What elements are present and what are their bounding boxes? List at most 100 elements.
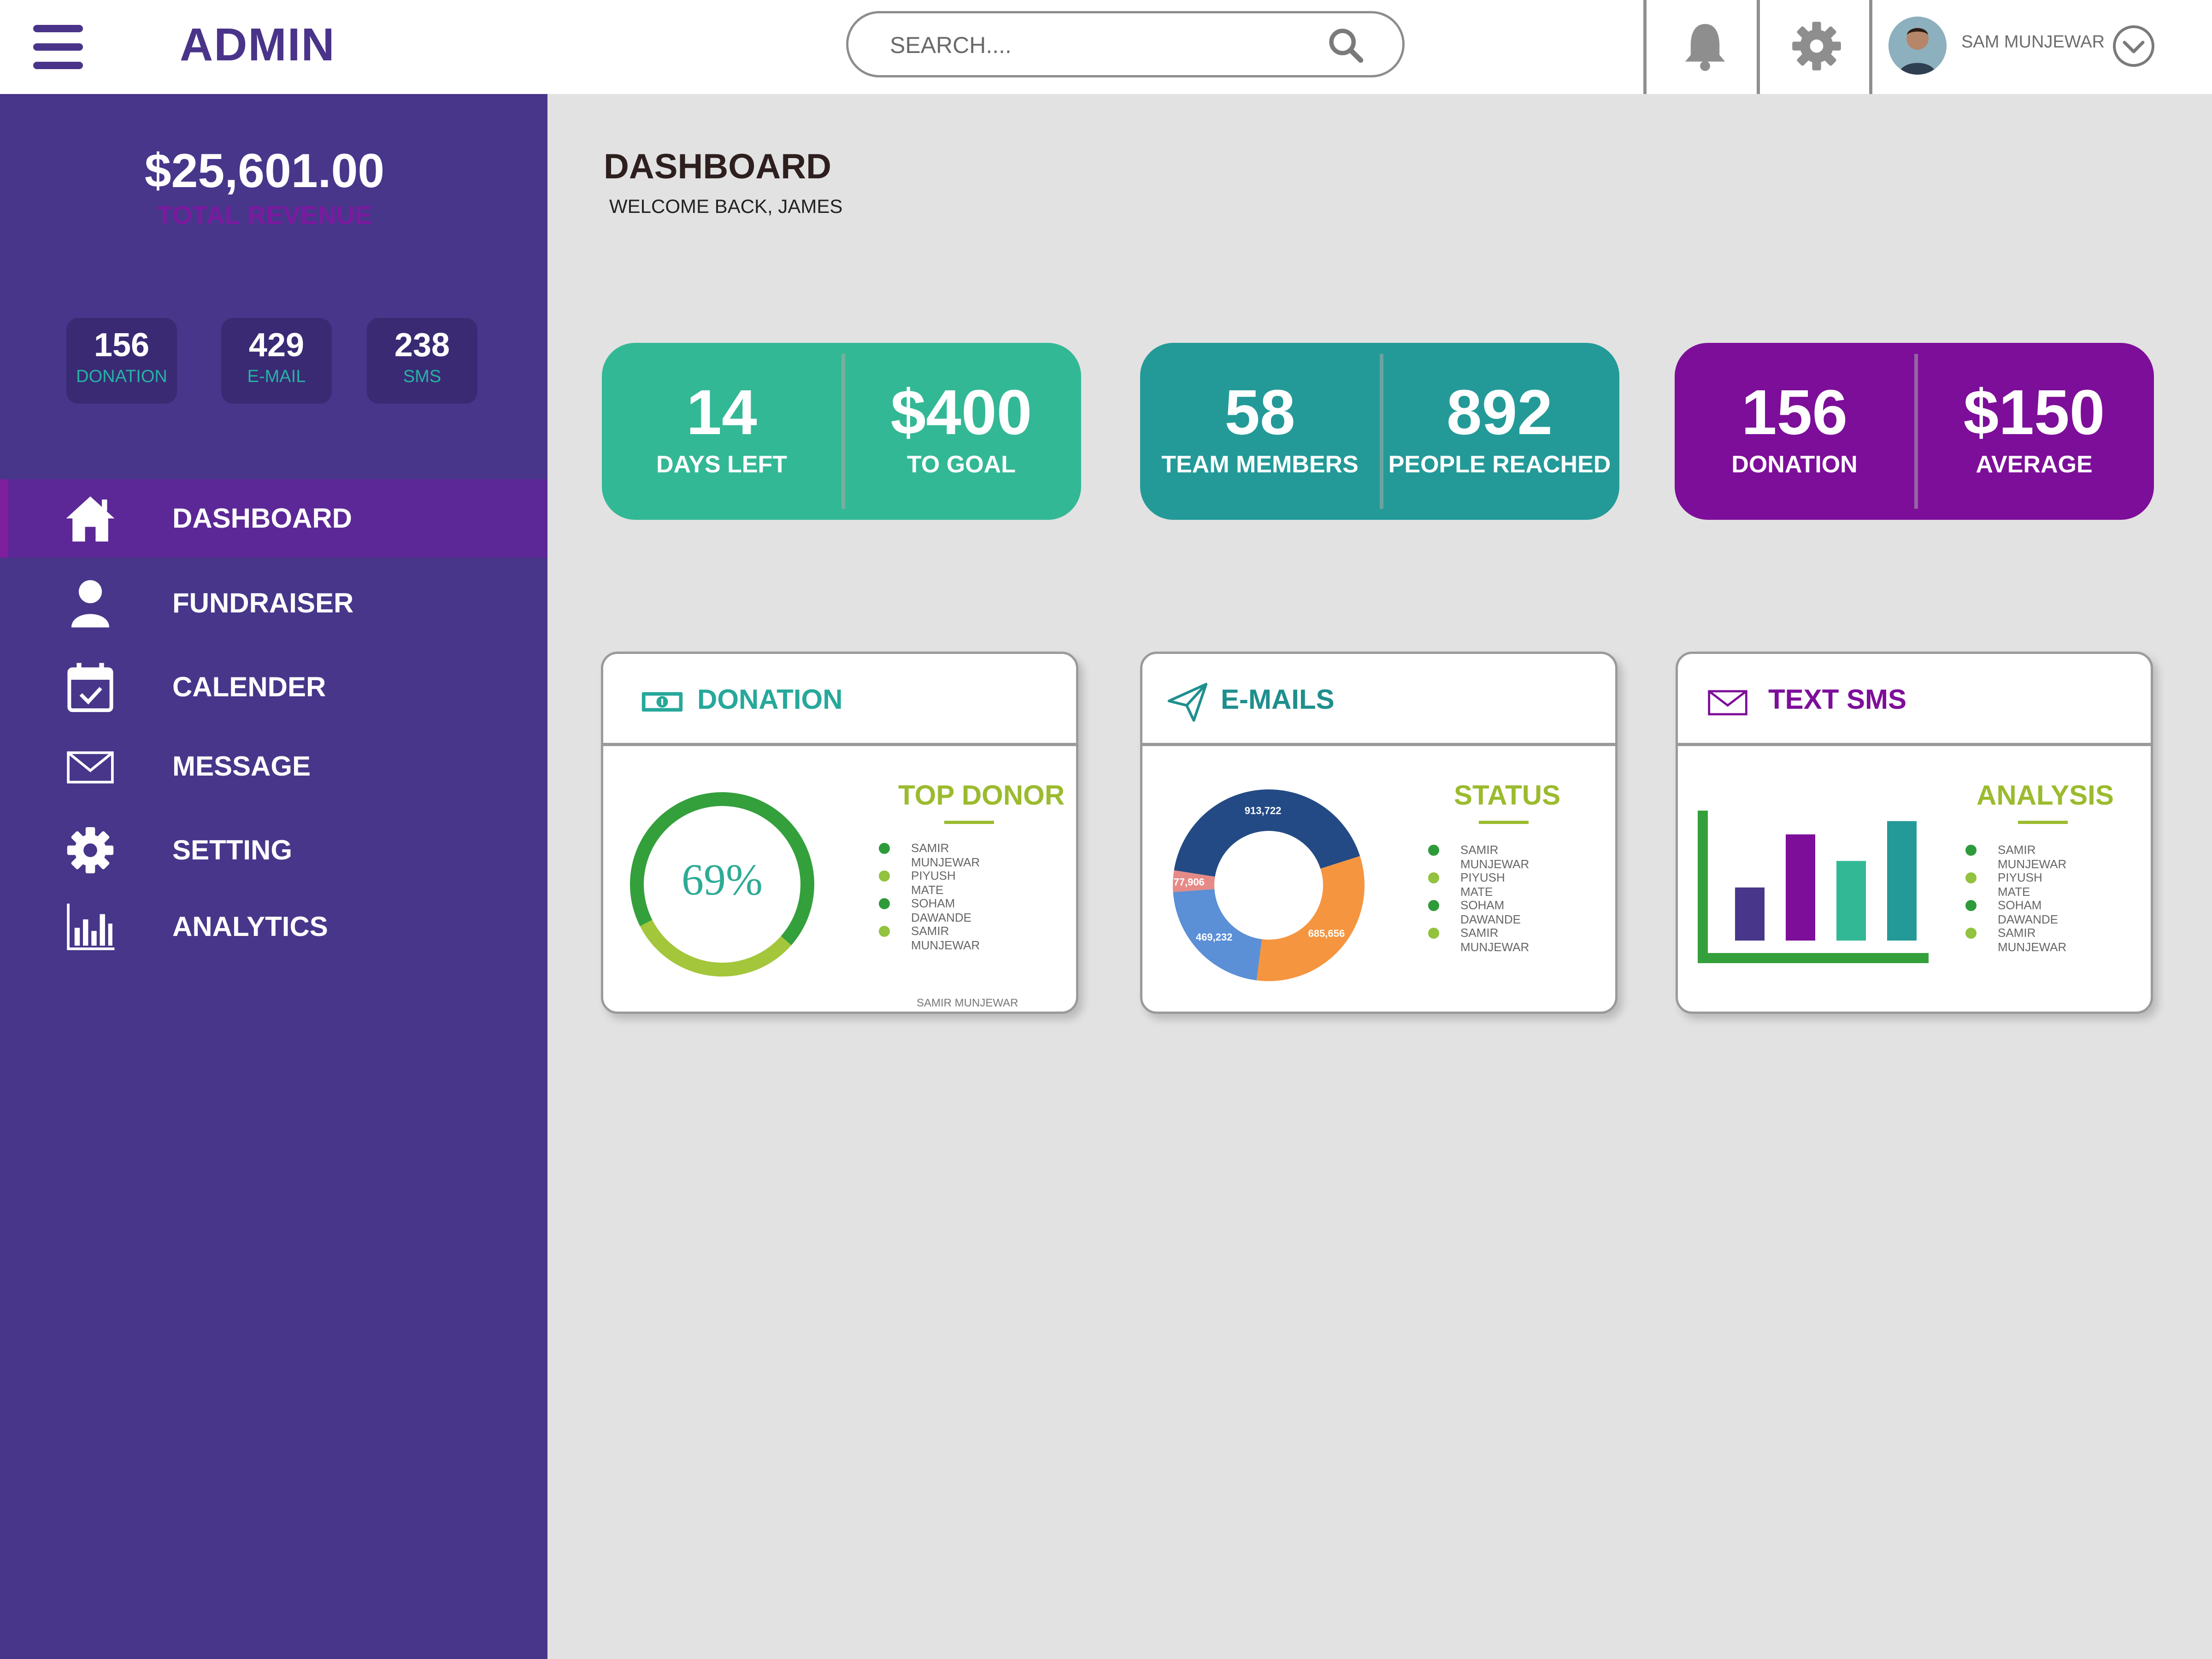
divider xyxy=(1869,0,1872,94)
section-title: ANALYSIS xyxy=(1977,780,2114,811)
search-box[interactable] xyxy=(846,11,1405,77)
home-icon xyxy=(66,496,115,542)
card-header: E-MAILS xyxy=(1142,654,1615,746)
legend-dot xyxy=(879,926,890,937)
donut-data-label: 685,656 xyxy=(1308,928,1345,939)
nav-item-message[interactable]: MESSAGE xyxy=(0,727,547,806)
legend-dot xyxy=(1428,900,1439,911)
total-revenue-label: TOTAL REVENUE xyxy=(157,200,372,229)
donut-data-label: 913,722 xyxy=(1245,805,1282,816)
user-icon xyxy=(71,580,110,628)
email-status-donut-chart: 913,722 685,656 469,232 77,906 xyxy=(1173,789,1365,981)
legend-dot xyxy=(1965,900,1977,911)
donut-segment xyxy=(1174,789,1360,877)
stat-card-donation: 156 DONATION $150 AVERAGE xyxy=(1675,343,2154,520)
legend-dot xyxy=(879,843,890,854)
top-bar: ADMIN SEARCH.... SAM MUNJEWAR xyxy=(0,0,2212,94)
legend-label: SAMIR MUNJEWAR xyxy=(911,924,980,952)
user-name[interactable]: SAM MUNJEWAR xyxy=(1961,32,2105,52)
legend-label: PIYUSH MATE xyxy=(911,869,956,897)
donut-remaining-segment xyxy=(640,920,792,977)
donation-donut-chart: 69% xyxy=(630,792,814,977)
bar xyxy=(1735,887,1765,941)
bar xyxy=(1887,821,1917,941)
nav-item-analytics[interactable]: ANALYTICS xyxy=(0,888,547,966)
legend-label: SOHAM DAWANDE xyxy=(1998,898,2058,926)
stat-value: 892 xyxy=(1446,377,1553,448)
nav-item-setting[interactable]: SETTING xyxy=(0,811,547,889)
mini-stat-email: 429 E-MAIL xyxy=(221,318,332,404)
stat-label: DAYS LEFT xyxy=(656,451,788,478)
bar xyxy=(1786,834,1815,941)
donut-center-label: 69% xyxy=(682,855,763,904)
legend-dot xyxy=(1965,928,1977,939)
nav-item-fundraiser[interactable]: FUNDRAISER xyxy=(0,564,547,642)
avatar[interactable] xyxy=(1888,17,1947,75)
donut-data-label: 469,232 xyxy=(1196,931,1233,943)
stat-value: $150 xyxy=(1963,377,2105,448)
nav-label: FUNDRAISER xyxy=(172,588,354,618)
section-underline xyxy=(1479,821,1529,824)
page-title: DASHBOARD xyxy=(604,147,831,186)
extra-donor-label: SAMIR MUNJEWAR xyxy=(917,997,1018,1009)
mini-stat-value: 429 xyxy=(248,327,305,364)
money-icon xyxy=(641,692,683,712)
legend-label: PIYUSH MATE xyxy=(1460,871,1505,899)
stat-value: 58 xyxy=(1224,377,1295,448)
legend-dot xyxy=(1965,845,1977,856)
hamburger-menu-icon[interactable] xyxy=(33,25,83,69)
bar-chart-icon xyxy=(67,903,115,950)
legend-dot xyxy=(1428,928,1439,939)
legend-label: SAMIR MUNJEWAR xyxy=(911,841,980,869)
legend-label: SAMIR MUNJEWAR xyxy=(1460,843,1530,871)
section-title: STATUS xyxy=(1454,780,1561,811)
legend-dot xyxy=(1428,872,1439,883)
gear-icon xyxy=(67,827,114,874)
brand-title: ADMIN xyxy=(180,19,335,71)
nav-item-calender[interactable]: CALENDER xyxy=(0,648,547,726)
nav-item-dashboard[interactable]: DASHBOARD xyxy=(0,479,547,558)
envelope-icon xyxy=(1708,690,1747,716)
legend-dot xyxy=(879,898,890,909)
card-title: TEXT SMS xyxy=(1768,684,1907,715)
stat-card-goal: 14 DAYS LEFT $400 TO GOAL xyxy=(602,343,1081,520)
legend-label: SOHAM DAWANDE xyxy=(1460,898,1521,926)
donut-segment xyxy=(1256,856,1365,981)
nav-label: MESSAGE xyxy=(172,751,311,782)
stat-value: 14 xyxy=(686,377,757,448)
sidebar: $25,601.00 TOTAL REVENUE 156 DONATION 42… xyxy=(0,94,547,1659)
stat-value: 156 xyxy=(1741,377,1848,448)
bell-icon[interactable] xyxy=(1677,18,1733,74)
legend-label: SAMIR MUNJEWAR xyxy=(1998,926,2067,954)
paper-plane-icon xyxy=(1167,682,1208,722)
stat-card-team: 58 TEAM MEMBERS 892 PEOPLE REACHED xyxy=(1140,343,1619,520)
divider xyxy=(1643,0,1647,94)
search-input[interactable] xyxy=(890,27,1305,63)
stat-label: TO GOAL xyxy=(907,451,1016,478)
section-underline xyxy=(2018,821,2068,824)
mini-stat-label: E-MAIL xyxy=(247,367,306,386)
bar xyxy=(1836,861,1866,941)
stat-label: PEOPLE REACHED xyxy=(1388,451,1611,478)
legend-dot xyxy=(1965,872,1977,883)
legend-dot xyxy=(1428,845,1439,856)
mini-stat-label: DONATION xyxy=(76,367,167,386)
legend-label: SAMIR MUNJEWAR xyxy=(1998,843,2067,871)
donation-card: DONATION 69% TOP DONOR SAMIR MUNJEWAR PI… xyxy=(601,652,1078,1014)
mini-stat-value: 238 xyxy=(394,327,450,364)
card-title: DONATION xyxy=(697,684,843,715)
search-icon[interactable] xyxy=(1326,25,1365,65)
section-underline xyxy=(944,821,994,824)
welcome-text: WELCOME BACK, JAMES xyxy=(609,195,843,217)
stat-value: $400 xyxy=(890,377,1032,448)
card-title: E-MAILS xyxy=(1221,684,1335,715)
sms-card: TEXT SMS ANALYSIS SAMIR MUNJEWAR PIYUSH … xyxy=(1676,652,2153,1014)
nav-label: DASHBOARD xyxy=(172,503,352,534)
section-title: TOP DONOR xyxy=(898,780,1065,811)
envelope-icon xyxy=(67,751,114,784)
chevron-down-icon[interactable] xyxy=(2111,23,2157,69)
total-revenue-value: $25,601.00 xyxy=(144,144,385,198)
divider xyxy=(1757,0,1760,94)
gear-icon[interactable] xyxy=(1789,18,1844,74)
legend-label: PIYUSH MATE xyxy=(1998,871,2042,899)
